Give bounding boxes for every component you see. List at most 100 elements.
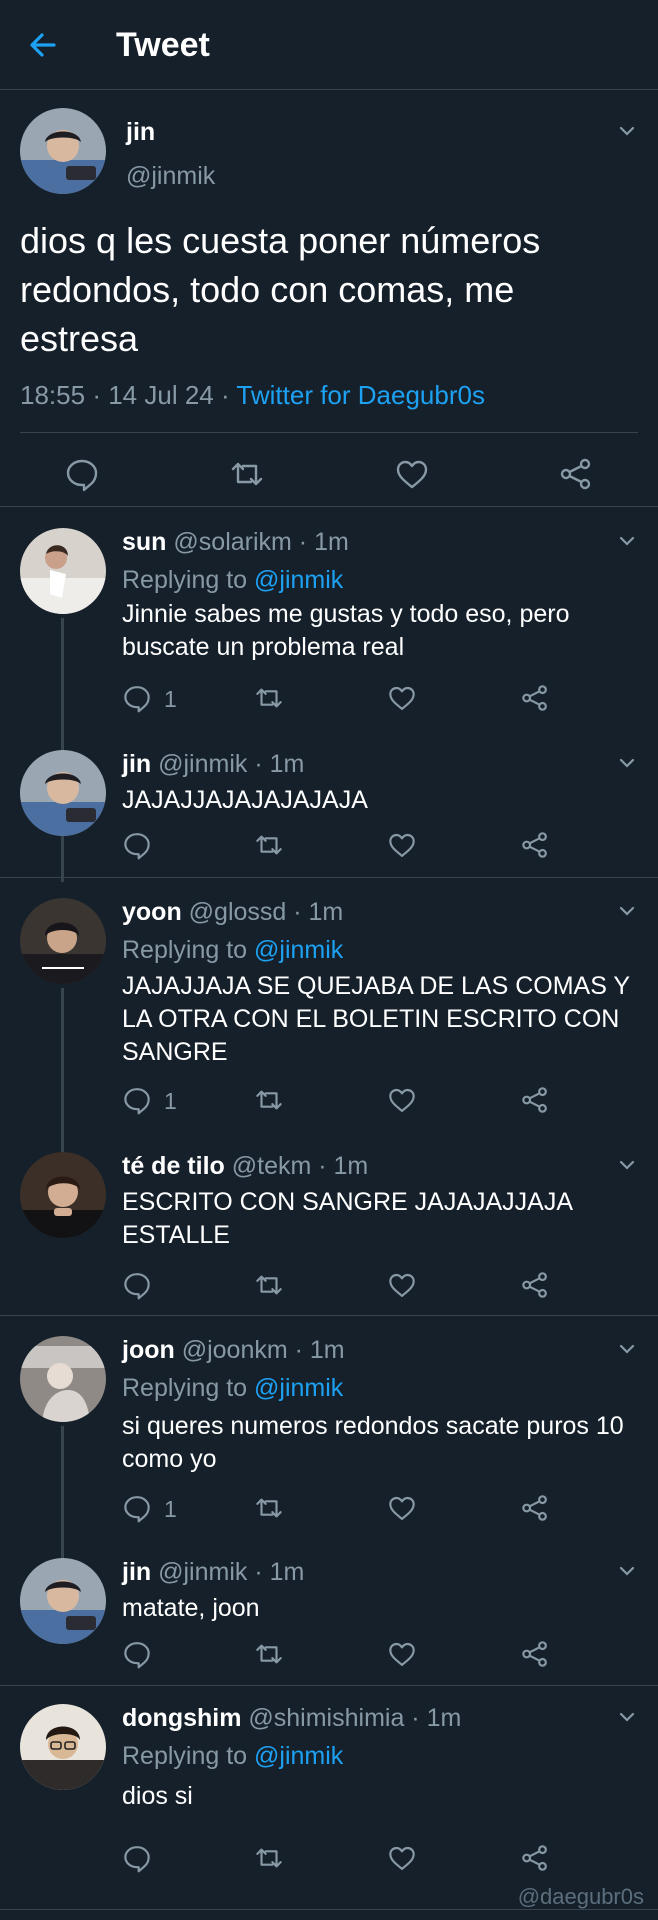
chevron-down-icon[interactable]	[616, 752, 638, 774]
like-heart-icon[interactable]	[387, 1085, 417, 1115]
main-tweet: jin @jinmik dios q les cuesta poner núme…	[0, 90, 658, 507]
reply-actions: 1	[122, 1493, 642, 1529]
author-name[interactable]: yoon	[122, 898, 182, 926]
reply-icon[interactable]	[122, 830, 152, 860]
reply-icon[interactable]	[122, 1639, 152, 1669]
reply-tweet[interactable]: dongshim @shimishimia · 1m Replying to @…	[0, 1686, 658, 1910]
retweet-icon[interactable]	[254, 830, 284, 860]
reply-text: si queres numeros redondos sacate puros …	[122, 1412, 624, 1473]
reply-text: dios si	[122, 1782, 193, 1810]
author-handle[interactable]: @jinmik	[126, 162, 215, 191]
like-heart-icon[interactable]	[387, 1639, 417, 1669]
mention-link[interactable]: @jinmik	[254, 1374, 343, 1402]
author-name[interactable]: sun	[122, 528, 166, 556]
reply-actions	[122, 830, 642, 866]
like-heart-icon[interactable]	[394, 456, 430, 492]
mention-link[interactable]: @jinmik	[254, 566, 343, 594]
meta-separator: ·	[92, 380, 101, 410]
reply-actions: 1	[122, 683, 642, 719]
share-icon[interactable]	[520, 683, 550, 713]
reply-icon[interactable]	[122, 1270, 152, 1300]
avatar[interactable]	[20, 750, 106, 836]
replying-to: Replying to @jinmik	[122, 1742, 343, 1771]
reply-actions: 1	[122, 1085, 642, 1121]
avatar[interactable]	[20, 1704, 106, 1790]
avatar[interactable]	[20, 1336, 106, 1422]
retweet-icon[interactable]	[254, 1270, 284, 1300]
replying-prefix: Replying to	[122, 936, 255, 964]
reply-tweet[interactable]: joon @joonkm · 1m Replying to @jinmik si…	[0, 1316, 658, 1576]
share-icon[interactable]	[520, 1270, 550, 1300]
replying-prefix: Replying to	[122, 1742, 255, 1770]
author-meta: @shimishimia · 1m	[248, 1704, 462, 1732]
meta-separator: ·	[220, 380, 230, 410]
reply-icon[interactable]	[122, 1843, 152, 1873]
share-icon[interactable]	[520, 1843, 550, 1873]
tweet-source[interactable]: Twitter for Daegubr0s	[236, 380, 485, 410]
author-name[interactable]: té de tilo	[122, 1152, 225, 1180]
reply-tweet[interactable]: jin @jinmik · 1m JAJAJJAJAJAJAJAJA	[0, 742, 658, 878]
thread-line	[61, 988, 64, 1152]
reply-actions	[122, 1843, 642, 1879]
retweet-icon[interactable]	[254, 1843, 284, 1873]
like-heart-icon[interactable]	[387, 1493, 417, 1523]
retweet-icon[interactable]	[254, 683, 284, 713]
reply-header: dongshim @shimishimia · 1m	[122, 1704, 461, 1733]
like-heart-icon[interactable]	[387, 683, 417, 713]
author-name[interactable]: dongshim	[122, 1704, 241, 1732]
author-meta: @glossd · 1m	[188, 898, 344, 926]
chevron-down-icon[interactable]	[616, 1560, 638, 1582]
share-icon[interactable]	[558, 456, 594, 492]
author-name[interactable]: jin	[126, 118, 155, 147]
author-name[interactable]: jin	[122, 1558, 151, 1586]
replying-to: Replying to @jinmik	[122, 566, 343, 595]
tweet-text: dios q les cuesta poner números redondos…	[20, 220, 541, 359]
back-arrow-icon[interactable]	[26, 28, 60, 62]
avatar[interactable]	[20, 1558, 106, 1644]
reply-text: matate, joon	[122, 1594, 260, 1622]
reply-icon[interactable]	[64, 456, 100, 492]
avatar[interactable]	[20, 528, 106, 614]
avatar[interactable]	[20, 108, 106, 194]
avatar[interactable]	[20, 898, 106, 984]
retweet-icon[interactable]	[229, 456, 265, 492]
avatar[interactable]	[20, 1152, 106, 1238]
retweet-icon[interactable]	[254, 1639, 284, 1669]
reply-text: ESCRITO CON SANGRE JAJAJAJJAJA ESTALLE	[122, 1188, 572, 1249]
like-heart-icon[interactable]	[387, 830, 417, 860]
share-icon[interactable]	[520, 1085, 550, 1115]
share-icon[interactable]	[520, 830, 550, 860]
like-heart-icon[interactable]	[387, 1270, 417, 1300]
retweet-icon[interactable]	[254, 1493, 284, 1523]
chevron-down-icon[interactable]	[616, 1338, 638, 1360]
reply-icon[interactable]	[122, 1085, 152, 1115]
chevron-down-icon[interactable]	[616, 1706, 638, 1728]
mention-link[interactable]: @jinmik	[254, 1742, 343, 1770]
tweet-actions	[0, 450, 658, 500]
chevron-down-icon[interactable]	[616, 120, 638, 142]
author-meta: @tekm · 1m	[231, 1152, 369, 1180]
chevron-down-icon[interactable]	[616, 900, 638, 922]
like-heart-icon[interactable]	[387, 1843, 417, 1873]
mention-link[interactable]: @jinmik	[254, 936, 343, 964]
share-icon[interactable]	[520, 1493, 550, 1523]
author-meta: @solarikm · 1m	[173, 528, 349, 556]
reply-header: jin @jinmik · 1m	[122, 750, 304, 779]
reply-icon[interactable]	[122, 683, 152, 713]
replying-prefix: Replying to	[122, 1374, 255, 1402]
share-icon[interactable]	[520, 1639, 550, 1669]
top-bar: Tweet	[0, 0, 658, 90]
tweet-time: 18:55	[20, 380, 86, 410]
reply-tweet[interactable]: té de tilo @tekm · 1m ESCRITO CON SANGRE…	[0, 1140, 658, 1316]
replying-to: Replying to @jinmik	[122, 936, 343, 965]
chevron-down-icon[interactable]	[616, 1154, 638, 1176]
reply-tweet[interactable]: yoon @glossd · 1m Replying to @jinmik JA…	[0, 878, 658, 1152]
chevron-down-icon[interactable]	[616, 530, 638, 552]
retweet-icon[interactable]	[254, 1085, 284, 1115]
author-name[interactable]: jin	[122, 750, 151, 778]
author-meta: @jinmik · 1m	[158, 1558, 305, 1586]
divider	[20, 432, 638, 433]
reply-icon[interactable]	[122, 1493, 152, 1523]
author-name[interactable]: joon	[122, 1336, 175, 1364]
reply-tweet[interactable]: jin @jinmik · 1m matate, joon	[0, 1550, 658, 1686]
